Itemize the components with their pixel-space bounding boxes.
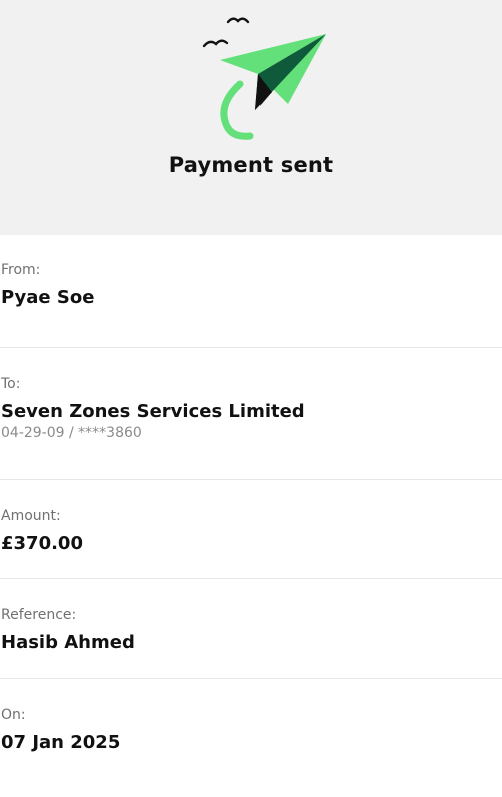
from-value: Pyae Soe: [1, 287, 95, 308]
payment-details: From: Pyae Soe To: Seven Zones Services …: [0, 235, 502, 779]
to-label: To:: [1, 376, 21, 392]
amount-label: Amount:: [1, 508, 61, 524]
success-header: Payment sent: [0, 0, 502, 235]
reference-value: Hasib Ahmed: [1, 632, 135, 653]
amount-value: £370.00: [1, 533, 83, 554]
to-account: 04-29-09 / ****3860: [1, 425, 142, 441]
date-value: 07 Jan 2025: [1, 732, 121, 753]
detail-row-to: To: Seven Zones Services Limited 04-29-0…: [0, 348, 502, 480]
detail-row-from: From: Pyae Soe: [0, 235, 502, 348]
detail-row-reference: Reference: Hasib Ahmed: [0, 579, 502, 679]
date-label: On:: [1, 707, 26, 723]
detail-row-amount: Amount: £370.00: [0, 480, 502, 579]
reference-label: Reference:: [1, 607, 77, 623]
page-title: Payment sent: [168, 153, 334, 177]
detail-row-date: On: 07 Jan 2025: [0, 679, 502, 779]
from-label: From:: [1, 262, 41, 278]
paper-plane-icon: [200, 12, 332, 142]
to-value: Seven Zones Services Limited: [1, 401, 305, 422]
